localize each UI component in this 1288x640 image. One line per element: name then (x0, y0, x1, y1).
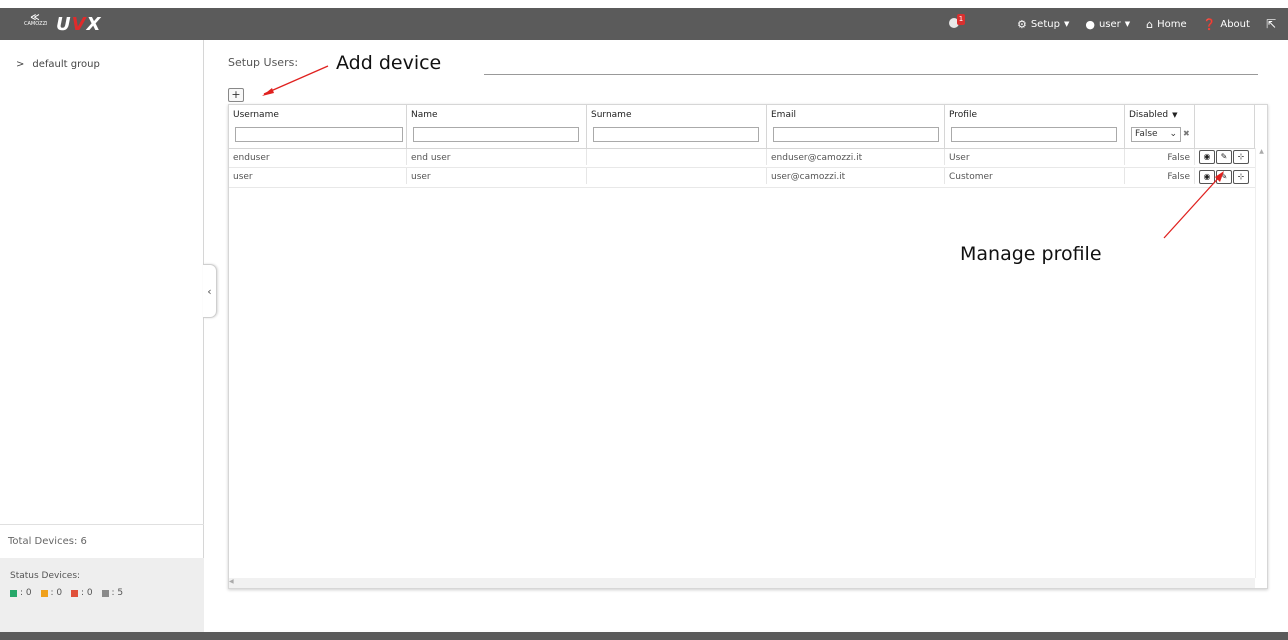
tree-item-default-group[interactable]: > default group (16, 59, 100, 70)
about-link[interactable]: ❓ About (1203, 18, 1250, 31)
cell-email: enduser@camozzi.it (767, 149, 945, 165)
filter-name[interactable] (413, 127, 579, 142)
annotation-add-device: Add device (334, 52, 444, 74)
edit-user-button[interactable]: ✎ (1216, 150, 1232, 164)
question-circle-icon: ❓ (1202, 17, 1217, 31)
status-count: : 0 (81, 588, 93, 598)
annotation-manage-profile: Manage profile (958, 243, 1104, 265)
filter-disabled-value: False (1135, 129, 1158, 139)
footer-bar (0, 632, 1288, 640)
cell-username: user (229, 168, 407, 184)
status-count: : 0 (20, 588, 32, 598)
column-username[interactable]: Username (229, 105, 407, 148)
filter-profile[interactable] (951, 127, 1117, 142)
column-actions (1195, 105, 1255, 148)
gear-icon: ⚙ (1016, 17, 1027, 31)
users-grid: Username Name Surname Email Profile Disa… (228, 104, 1268, 589)
column-surname[interactable]: Surname (587, 105, 767, 148)
column-header-label: Profile (949, 110, 977, 120)
user-icon: ● (1085, 17, 1095, 31)
user-menu[interactable]: ● user ▼ (1085, 18, 1130, 31)
cell-surname (587, 149, 767, 165)
cell-email: user@camozzi.it (767, 168, 945, 184)
wrench-icon: ⊹ (1237, 152, 1245, 161)
status-count: : 0 (50, 588, 63, 598)
view-user-button[interactable]: ◉ (1199, 150, 1215, 164)
notification-badge: 1 (957, 14, 965, 25)
setup-menu[interactable]: ⚙ Setup ▼ (1017, 18, 1069, 31)
column-name[interactable]: Name (407, 105, 587, 148)
pencil-icon: ✎ (1220, 152, 1228, 161)
fullscreen-icon[interactable]: ⇱ (1266, 17, 1276, 31)
wrench-icon: ⊹ (1237, 172, 1245, 181)
navbar-menu: ⚙ Setup ▼ ● user ▼ ⌂ Home ❓ About ⇱ (1017, 8, 1288, 40)
status-counts: : 0 : 0 : 0 : 5 (10, 588, 194, 598)
column-header-label: Surname (591, 110, 632, 120)
add-user-button[interactable]: + (228, 88, 244, 102)
status-ok-icon (10, 589, 17, 597)
column-header-label: Name (411, 110, 438, 120)
home-label: Home (1157, 18, 1187, 30)
sidebar: > default group Total Devices: 6 Status … (0, 40, 204, 632)
column-header-label: Disabled ▼ (1129, 110, 1178, 120)
collapse-sidebar-button[interactable]: ‹ (203, 264, 217, 318)
column-email[interactable]: Email (767, 105, 945, 148)
column-profile[interactable]: Profile (945, 105, 1125, 148)
status-devices: Status Devices: : 0 : 0 : 0 : 5 (0, 558, 204, 632)
row-divider (229, 187, 1255, 188)
tree-item-label: default group (32, 59, 100, 70)
cell-profile: Customer (945, 168, 1125, 184)
arrow-add-device (262, 65, 329, 96)
plus-icon: + (231, 88, 241, 101)
total-devices: Total Devices: 6 (0, 524, 204, 557)
chevron-left-icon: ‹ (207, 284, 212, 298)
home-link[interactable]: ⌂ Home (1146, 18, 1187, 31)
eye-icon: ◉ (1203, 152, 1211, 161)
caret-down-icon: ▼ (1124, 20, 1131, 28)
filter-username[interactable] (235, 127, 403, 142)
horizontal-scrollbar[interactable]: ◀ (229, 578, 1255, 588)
filter-email[interactable] (773, 127, 939, 142)
caret-down-icon: ▼ (1063, 20, 1070, 28)
chevron-right-icon: > (16, 59, 25, 70)
manage-profile-button[interactable]: ⊹ (1233, 150, 1249, 164)
cell-profile: User (945, 149, 1125, 165)
app-logo: UVX (56, 13, 102, 35)
filter-surname[interactable] (593, 127, 759, 142)
column-header-label: Username (233, 110, 279, 120)
cell-username: enduser (229, 149, 407, 165)
cell-name: end user (407, 149, 587, 165)
column-disabled[interactable]: Disabled ▼ False ⌄ ✖ (1125, 105, 1195, 148)
notifications-button[interactable]: 1 (949, 14, 971, 34)
status-offline-icon (101, 589, 109, 597)
caret-down-icon: ▼ (1172, 111, 1178, 119)
status-count: : 5 (111, 588, 124, 598)
cell-disabled: False (1125, 149, 1195, 165)
top-navbar: ≪ CAMOZZI UVX 1 ⚙ Setup ▼ ● user ▼ ⌂ Home… (0, 8, 1288, 40)
title-divider (484, 74, 1258, 75)
home-icon: ⌂ (1146, 17, 1154, 31)
clear-filter-icon[interactable]: ✖ (1183, 129, 1190, 138)
scroll-left-icon: ◀ (229, 578, 234, 585)
arrow-manage-profile (1163, 171, 1224, 239)
chevron-down-icon: ⌄ (1169, 129, 1177, 139)
status-warning-icon (40, 589, 48, 597)
column-header-label: Email (771, 110, 796, 120)
about-label: About (1220, 18, 1250, 30)
status-title: Status Devices: (10, 571, 81, 581)
brand-logo[interactable]: ≪ CAMOZZI UVX (24, 13, 102, 35)
user-label: user (1098, 18, 1121, 30)
camozzi-logo: ≪ CAMOZZI (24, 13, 48, 28)
manage-profile-button[interactable]: ⊹ (1233, 170, 1249, 184)
filter-disabled-select[interactable]: False ⌄ (1131, 127, 1181, 142)
cell-name: user (407, 168, 587, 184)
setup-label: Setup (1030, 18, 1060, 30)
scroll-up-icon: ▲ (1259, 148, 1264, 155)
cell-surname (587, 168, 767, 184)
vertical-scrollbar[interactable]: ▲ (1255, 148, 1267, 578)
status-error-icon (71, 589, 78, 597)
